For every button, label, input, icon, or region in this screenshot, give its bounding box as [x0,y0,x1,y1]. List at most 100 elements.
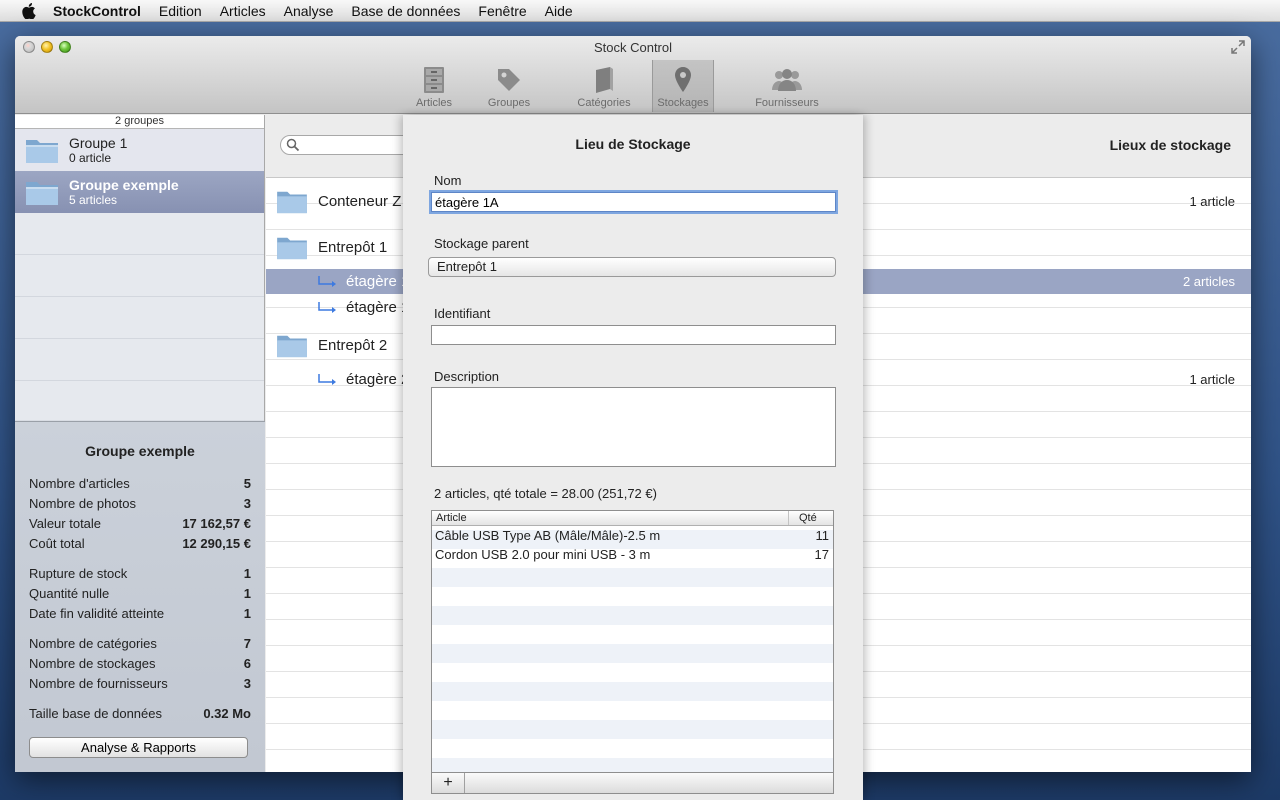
stat-label: Quantité nulle [29,586,110,601]
stat-value: 1 [243,586,251,601]
menu-articles[interactable]: Articles [211,0,275,22]
apple-menu-icon[interactable] [14,0,44,22]
article-qte: 11 [815,528,830,543]
storage-name: Entrepôt 1 [318,238,388,256]
article-name: Câble USB Type AB (Mâle/Mâle)-2.5 m [435,528,661,543]
table-row[interactable]: Cordon USB 2.0 pour mini USB - 3 m 17 [432,545,833,564]
group-item[interactable]: Groupe 1 0 article [15,129,264,171]
articles-summary: 2 articles, qté totale = 28.00 (251,72 €… [434,486,657,501]
group-name: Groupe 1 [69,135,128,151]
sidebar: 2 groupes Groupe 1 0 article Groupe exem… [15,115,265,772]
table-header: Article Qté [432,511,833,526]
toolbar-label: Stockages [657,97,709,109]
stat-row: Nombre de catégories 7 [29,634,251,654]
menu-fenetre[interactable]: Fenêtre [469,0,535,22]
group-item-selected[interactable]: Groupe exemple 5 articles [15,171,264,213]
stat-value: 7 [243,636,251,651]
description-label: Description [434,369,500,384]
storage-count: 1 article [1189,372,1235,387]
stat-value: 5 [243,476,251,491]
menu-analyse[interactable]: Analyse [275,0,343,22]
toolbar-label: Groupes [487,97,531,109]
folder-icon [26,140,58,163]
table-footer: + [431,773,834,794]
toolbar-groupes[interactable]: Groupes [462,60,556,112]
stat-row: Valeur totale 17 162,57 € [29,514,251,534]
column-header-article[interactable]: Article [432,511,789,525]
stat-label: Coût total [29,536,85,551]
stat-value: 0.32 Mo [203,706,251,721]
identifiant-label: Identifiant [434,306,491,321]
stat-row: Rupture de stock 1 [29,564,251,584]
toolbar-label: Catégories [577,97,631,109]
article-name: Cordon USB 2.0 pour mini USB - 3 m [435,547,651,562]
toolbar: Articles Groupes Catégories Stockages Fo… [406,60,860,114]
folder-icon [277,237,307,260]
storage-name: Entrepôt 2 [318,336,388,354]
stockage-parent-label: Stockage parent [434,236,529,251]
folder-icon [26,182,58,205]
window-title: Stock Control [593,40,673,55]
stockage-parent-select[interactable]: Entrepôt 1 [428,257,836,277]
search-icon [286,138,300,152]
stat-row: Quantité nulle 1 [29,584,251,604]
menu-edition[interactable]: Edition [150,0,211,22]
groups-list: Groupe 1 0 article Groupe exemple 5 arti… [15,129,264,420]
page-title: Lieux de stockage [1109,137,1231,153]
group-stats-panel: Groupe exemple Nombre d'articles 5 Nombre… [15,421,265,772]
stats-title: Groupe exemple [85,443,195,459]
toolbar-categories[interactable]: Catégories [556,60,652,112]
stat-row: Nombre de fournisseurs 3 [29,674,251,694]
stat-value: 12 290,15 € [182,536,251,551]
stat-label: Taille base de données [29,706,162,721]
stat-label: Nombre de photos [29,496,136,511]
nom-label: Nom [434,173,462,188]
stat-row: Nombre d'articles 5 [29,474,251,494]
menu-bar: StockControl Edition Articles Analyse Ba… [0,0,1280,22]
stat-value: 1 [243,606,251,621]
group-name: Groupe exemple [69,177,179,193]
menu-base-de-donnees[interactable]: Base de données [342,0,469,22]
table-row[interactable]: Câble USB Type AB (Mâle/Mâle)-2.5 m 11 [432,526,833,545]
group-count: 0 article [69,151,112,165]
stat-label: Valeur totale [29,516,102,531]
storage-count: 2 articles [1182,274,1235,289]
folder-icon [277,191,307,214]
stat-row: Date fin validité atteinte 1 [29,604,251,624]
articles-table: Article Qté Câble USB Type AB (Mâle/Mâle… [431,510,834,773]
stat-label: Nombre de catégories [29,636,157,651]
storage-edit-sheet: Lieu de Stockage Nom Stockage parent Ent… [403,115,863,800]
article-qte: 17 [814,547,829,562]
stat-label: Date fin validité atteinte [29,606,165,621]
stat-row: Nombre de photos 3 [29,494,251,514]
child-arrow-icon [318,373,336,385]
sheet-title: Lieu de Stockage [575,136,691,152]
stat-label: Nombre d'articles [29,476,130,491]
tag-icon [495,65,523,95]
stat-value: 17 162,57 € [182,516,251,531]
add-article-button[interactable]: + [432,773,465,793]
description-field[interactable] [431,387,836,467]
child-arrow-icon [318,275,336,287]
stat-label: Nombre de fournisseurs [29,676,168,691]
identifiant-field[interactable] [431,325,836,345]
people-icon [770,65,804,95]
toolbar-label: Fournisseurs [755,97,819,109]
group-count: 5 articles [69,193,118,207]
stat-value: 6 [243,656,251,671]
toolbar-stockages[interactable]: Stockages [652,60,714,112]
title-bar: Stock Control Articles Groupes Catégorie… [15,36,1251,114]
stat-row: Coût total 12 290,15 € [29,534,251,554]
nom-field[interactable] [431,192,836,212]
storage-count: 1 article [1189,193,1235,209]
fullscreen-icon[interactable] [1231,40,1245,54]
column-header-qte[interactable]: Qté [789,511,833,525]
menu-aide[interactable]: Aide [536,0,582,22]
analyse-rapports-button[interactable]: Analyse & Rapports [29,737,248,758]
stat-value: 1 [243,566,251,581]
stat-label: Nombre de stockages [29,656,156,671]
menu-app-name[interactable]: StockControl [44,0,150,22]
book-icon [593,65,615,95]
toolbar-articles[interactable]: Articles [406,60,462,112]
toolbar-fournisseurs[interactable]: Fournisseurs [714,60,860,112]
